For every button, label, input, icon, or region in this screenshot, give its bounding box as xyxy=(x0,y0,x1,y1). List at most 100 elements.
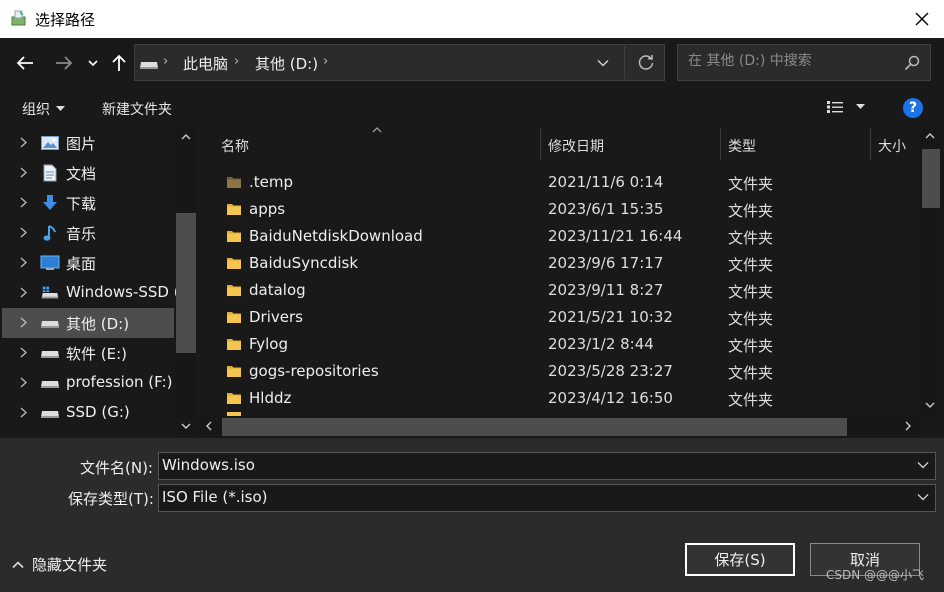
search-input[interactable] xyxy=(688,53,888,69)
folder-icon xyxy=(226,255,242,271)
chevron-right-icon[interactable] xyxy=(20,197,27,208)
new-folder-button[interactable]: 新建文件夹 xyxy=(102,99,172,119)
sidebar-item[interactable]: 音乐 xyxy=(2,218,174,248)
nav-scrollbar-thumb[interactable] xyxy=(176,213,196,353)
search-box[interactable] xyxy=(677,44,931,81)
column-divider[interactable] xyxy=(870,128,871,160)
view-options-button[interactable] xyxy=(826,100,865,114)
chevron-right-icon[interactable] xyxy=(20,377,27,388)
refresh-button[interactable] xyxy=(634,50,658,76)
file-date: 2023/9/11 8:27 xyxy=(548,281,664,299)
filename-field[interactable] xyxy=(158,452,936,480)
scroll-right-icon[interactable] xyxy=(905,421,912,431)
help-icon[interactable]: ? xyxy=(903,98,923,118)
sidebar-item[interactable]: 图片 xyxy=(2,128,174,158)
file-date: 2023/9/6 17:17 xyxy=(548,254,664,272)
forward-button[interactable] xyxy=(49,50,79,76)
arrow-right-icon xyxy=(56,56,73,70)
sidebar-item[interactable]: 桌面 xyxy=(2,248,174,278)
column-header-date[interactable]: 修改日期 xyxy=(548,136,604,156)
file-type: 文件夹 xyxy=(728,256,774,274)
table-row[interactable]: BaiduSyncdisk 2023/9/6 17:17 文件夹 xyxy=(199,250,920,277)
column-divider[interactable] xyxy=(540,128,541,160)
chevron-right-icon[interactable] xyxy=(20,317,27,328)
file-type: 文件夹 xyxy=(728,229,774,247)
table-row[interactable]: BaiduNetdiskDownload 2023/11/21 16:44 文件夹 xyxy=(199,223,920,250)
column-header-name[interactable]: 名称 xyxy=(221,136,249,156)
documents-icon xyxy=(40,164,60,182)
drive-icon xyxy=(40,374,60,392)
refresh-icon xyxy=(638,55,654,70)
filetype-value: ISO File (*.iso) xyxy=(162,488,268,506)
breadcrumb-this-pc[interactable]: 此电脑 xyxy=(183,53,228,74)
folder-icon xyxy=(226,282,242,298)
filename-input[interactable] xyxy=(162,456,902,474)
drive-icon xyxy=(40,344,60,362)
scrollbar-corner xyxy=(920,416,942,438)
pictures-icon xyxy=(40,134,60,152)
search-icon[interactable] xyxy=(904,55,920,71)
chevron-right-icon[interactable] xyxy=(20,137,27,148)
file-date: 2023/5/28 23:27 xyxy=(548,362,673,380)
breadcrumb-separator[interactable]: › xyxy=(234,54,239,69)
file-date: 2023/1/2 8:44 xyxy=(548,335,654,353)
organize-button[interactable]: 组织 xyxy=(22,99,65,119)
file-name: Drivers xyxy=(249,308,303,326)
address-history-dropdown[interactable] xyxy=(592,52,614,74)
sidebar-item[interactable]: Windows-SSD ( xyxy=(2,278,180,308)
windows-drive-icon xyxy=(40,284,60,302)
save-button[interactable]: 保存(S) xyxy=(685,543,795,576)
up-button[interactable] xyxy=(106,50,132,76)
table-row[interactable]: Fylog 2023/1/2 8:44 文件夹 xyxy=(199,331,920,358)
scroll-down-icon[interactable] xyxy=(181,423,191,430)
sidebar-item-label: 软件 (E:) xyxy=(66,345,128,363)
sidebar-item[interactable]: 文档 xyxy=(2,158,174,188)
sidebar-item[interactable]: 下载 xyxy=(2,188,174,218)
column-header-type[interactable]: 类型 xyxy=(728,136,756,156)
breadcrumb-drive-d[interactable]: 其他 (D:) xyxy=(255,53,318,74)
table-row[interactable]: .temp 2021/11/6 0:14 文件夹 xyxy=(199,169,920,196)
chevron-right-icon[interactable] xyxy=(20,227,27,238)
chevron-right-icon[interactable] xyxy=(20,167,27,178)
details-view-icon xyxy=(827,101,843,113)
close-button[interactable] xyxy=(908,6,936,32)
chevron-right-icon[interactable] xyxy=(20,407,27,418)
recent-locations-button[interactable] xyxy=(84,50,102,76)
back-button[interactable] xyxy=(10,50,40,76)
filetype-select[interactable]: ISO File (*.iso) xyxy=(158,484,936,512)
table-row[interactable]: datalog 2023/9/11 8:27 文件夹 xyxy=(199,277,920,304)
file-name: datalog xyxy=(249,281,306,299)
table-row[interactable]: apps 2023/6/1 15:35 文件夹 xyxy=(199,196,920,223)
file-name: BaiduNetdiskDownload xyxy=(249,227,423,245)
file-type: 文件夹 xyxy=(728,364,774,382)
breadcrumb-separator[interactable]: › xyxy=(323,54,328,69)
hide-folders-toggle[interactable]: 隐藏文件夹 xyxy=(12,554,107,575)
chevron-down-icon xyxy=(917,494,929,501)
file-date: 2021/5/21 10:32 xyxy=(548,308,673,326)
file-type: 文件夹 xyxy=(728,391,774,409)
file-type: 文件夹 xyxy=(728,175,774,193)
sidebar-item[interactable]: 其他 (D:) xyxy=(2,308,174,338)
scroll-up-icon[interactable] xyxy=(181,133,191,140)
sidebar-item[interactable]: profession (F:) xyxy=(2,368,174,398)
chevron-right-icon[interactable] xyxy=(20,287,27,298)
sidebar-item[interactable]: SSD (G:) xyxy=(2,398,174,428)
chevron-right-icon[interactable] xyxy=(20,347,27,358)
close-icon xyxy=(915,12,929,26)
table-row[interactable]: gogs-repositories 2023/5/28 23:27 文件夹 xyxy=(199,358,920,385)
table-row[interactable]: Hlddz 2023/4/12 16:50 文件夹 xyxy=(199,385,920,412)
sidebar-item[interactable]: 软件 (E:) xyxy=(2,338,174,368)
breadcrumb-separator[interactable]: › xyxy=(163,54,168,69)
horizontal-scrollbar-thumb[interactable] xyxy=(222,418,847,436)
column-divider[interactable] xyxy=(720,128,721,160)
table-row[interactable]: Drivers 2021/5/21 10:32 文件夹 xyxy=(199,304,920,331)
column-header-size[interactable]: 大小 xyxy=(878,136,906,156)
chevron-right-icon[interactable] xyxy=(20,257,27,268)
scroll-left-icon[interactable] xyxy=(205,421,212,431)
scroll-up-icon[interactable] xyxy=(925,132,935,139)
vertical-scrollbar-thumb[interactable] xyxy=(922,149,940,208)
folder-icon xyxy=(226,201,242,217)
drive-icon xyxy=(40,314,60,332)
chevron-down-icon xyxy=(917,462,929,469)
scroll-down-icon[interactable] xyxy=(925,402,935,409)
